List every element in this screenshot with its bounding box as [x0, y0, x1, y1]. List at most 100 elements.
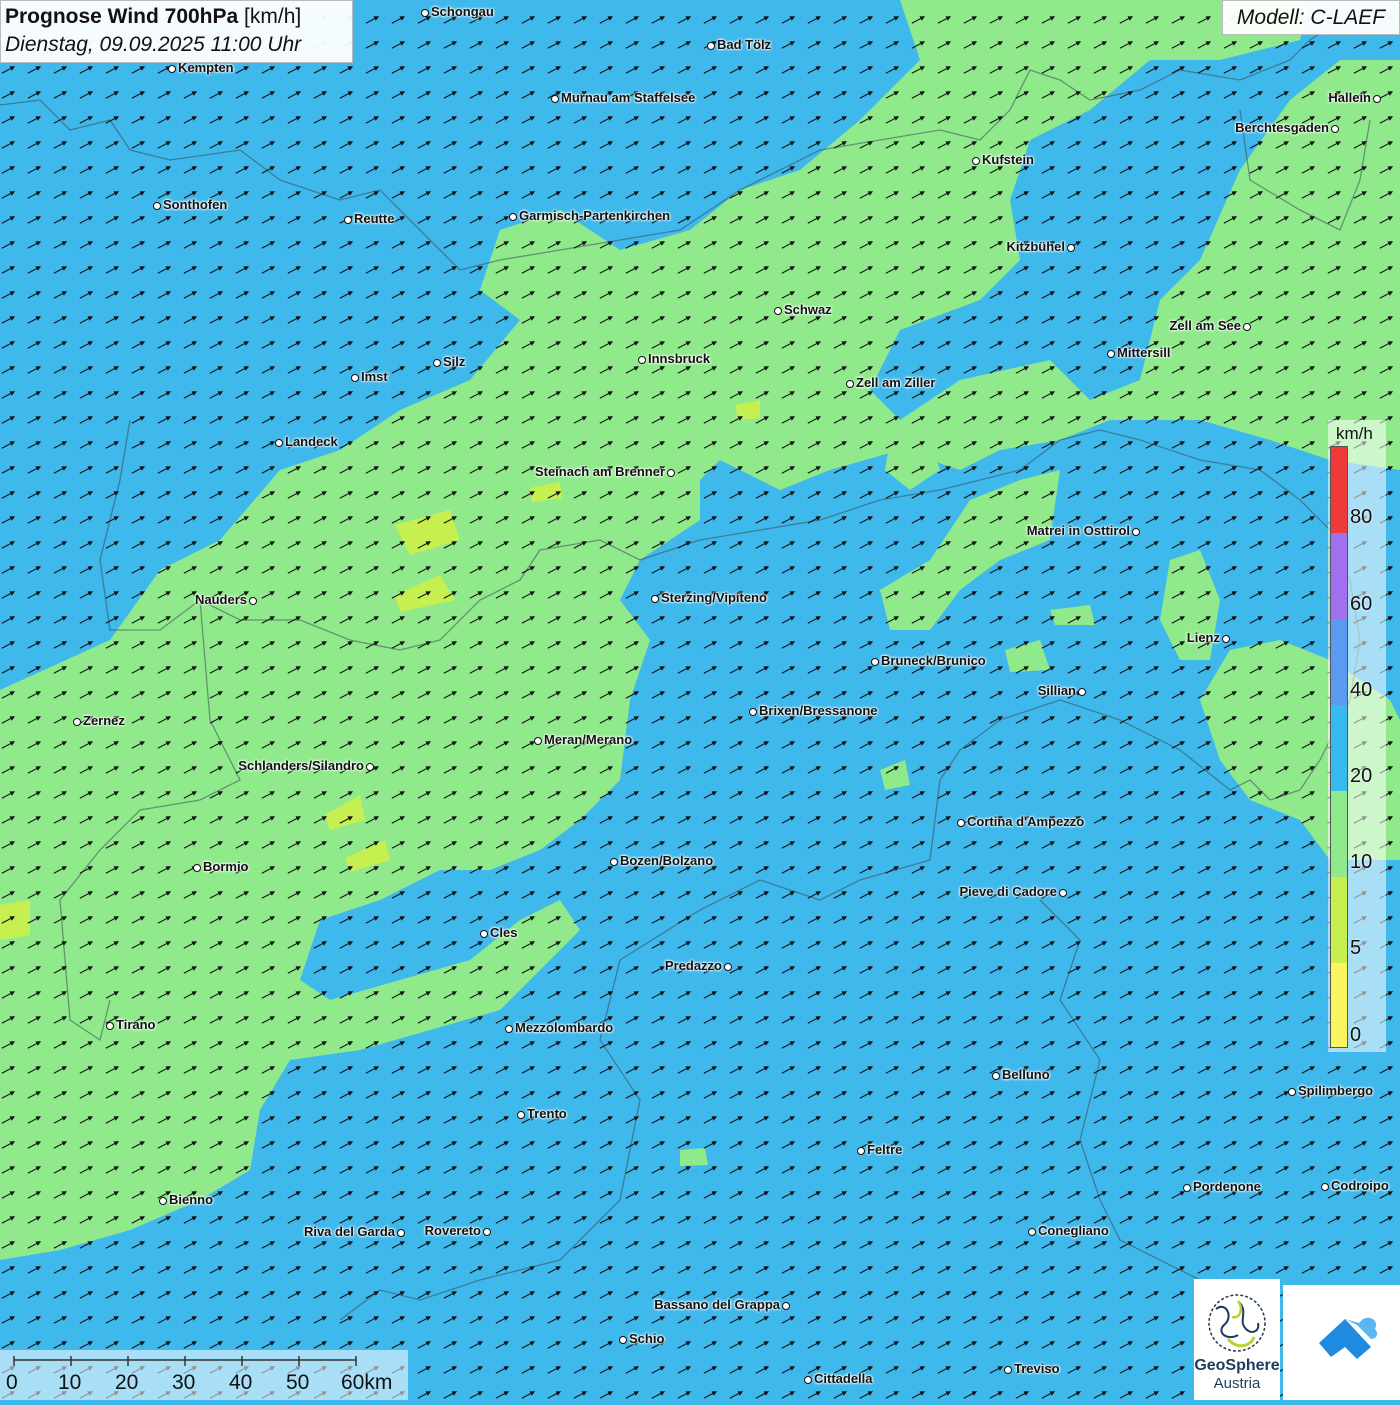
city-label: Trento	[527, 1106, 567, 1121]
city-marker	[1321, 1183, 1329, 1191]
city-label: Sterzing/Vipiteno	[661, 590, 767, 605]
city-marker	[707, 42, 715, 50]
weather-app-logo[interactable]	[1283, 1285, 1400, 1400]
geosphere-name: GeoSphere	[1194, 1357, 1280, 1375]
scale-label-30: 30	[172, 1371, 195, 1395]
city-marker	[480, 930, 488, 938]
legend-tick-5: 5	[1350, 937, 1361, 960]
city-marker	[857, 1147, 865, 1155]
color-legend: km/h 80 60 40 20 10 5 0	[1328, 420, 1386, 1052]
city-marker	[610, 858, 618, 866]
city-label: Pordenone	[1193, 1179, 1261, 1194]
forecast-datetime: Dienstag, 09.09.2025 11:00 Uhr	[5, 30, 348, 60]
city-marker	[421, 9, 429, 17]
city-label: Kitzbühel	[1007, 239, 1066, 254]
title-unit: [km/h]	[244, 5, 301, 28]
city-marker	[1028, 1228, 1036, 1236]
city-label: Bad Tölz	[717, 37, 771, 52]
city-label: Conegliano	[1038, 1223, 1109, 1238]
city-marker	[168, 65, 176, 73]
city-label: Belluno	[1002, 1067, 1050, 1082]
city-label: Sillian	[1038, 683, 1076, 698]
city-marker	[724, 963, 732, 971]
city-marker	[804, 1376, 812, 1384]
city-label: Kempten	[178, 60, 234, 75]
city-marker	[351, 374, 359, 382]
legend-tick-20: 20	[1350, 765, 1372, 788]
city-marker	[275, 439, 283, 447]
legend-band-10	[1331, 791, 1347, 877]
city-marker	[1373, 95, 1381, 103]
legend-band-80	[1331, 447, 1347, 533]
scale-label-40: 40	[229, 1371, 252, 1395]
city-marker	[193, 864, 201, 872]
city-marker	[534, 737, 542, 745]
city-label: Zernez	[83, 713, 125, 728]
city-label: Zell am Ziller	[856, 375, 935, 390]
map-title: Prognose Wind 700hPa [km/h]	[5, 4, 348, 30]
city-label: Garmisch-Partenkirchen	[519, 208, 670, 223]
legend-tick-0: 0	[1350, 1024, 1361, 1047]
geosphere-logo[interactable]: GeoSphere Austria	[1194, 1279, 1280, 1400]
city-label: Hallein	[1328, 90, 1371, 105]
city-marker	[638, 356, 646, 364]
city-marker	[782, 1302, 790, 1310]
city-marker	[619, 1336, 627, 1344]
city-marker	[509, 213, 517, 221]
city-marker	[1288, 1088, 1296, 1096]
city-marker	[1132, 528, 1140, 536]
legend-band-20	[1331, 705, 1347, 791]
city-label: Cittadella	[814, 1371, 873, 1386]
city-label: Sonthofen	[163, 197, 227, 212]
city-label: Cles	[490, 925, 517, 940]
city-label: Mittersill	[1117, 345, 1170, 360]
city-label: Bassano del Grappa	[654, 1297, 780, 1312]
city-label: Imst	[361, 369, 388, 384]
city-marker	[551, 95, 559, 103]
city-label: Zell am See	[1169, 318, 1241, 333]
city-marker	[1183, 1184, 1191, 1192]
city-marker	[106, 1022, 114, 1030]
city-label: Nauders	[195, 592, 247, 607]
scale-label-20: 20	[115, 1371, 138, 1395]
city-label: Berchtesgaden	[1235, 120, 1329, 135]
city-marker	[871, 658, 879, 666]
model-label: Modell: C-LAEF	[1222, 0, 1400, 35]
city-marker	[749, 708, 757, 716]
city-label: Pieve di Cadore	[959, 884, 1057, 899]
city-label: Bienno	[169, 1192, 213, 1207]
city-label: Predazzo	[665, 958, 722, 973]
scale-label-60: 60km	[341, 1371, 392, 1395]
city-label: Spilimbergo	[1298, 1083, 1373, 1098]
city-marker	[1243, 323, 1251, 331]
cloud-arrow-icon	[1283, 1285, 1400, 1400]
legend-colorbar	[1330, 446, 1348, 1048]
city-marker	[1078, 688, 1086, 696]
legend-tick-80: 80	[1350, 506, 1372, 529]
city-label: Tirano	[116, 1017, 156, 1032]
geosphere-country: Austria	[1194, 1375, 1280, 1392]
city-marker	[1222, 635, 1230, 643]
city-marker	[433, 359, 441, 367]
city-marker	[957, 819, 965, 827]
city-label: Murnau am Staffelsee	[561, 90, 695, 105]
city-label: Schongau	[431, 4, 494, 19]
city-marker	[505, 1025, 513, 1033]
city-marker	[344, 216, 352, 224]
city-label: Mezzolombardo	[515, 1020, 613, 1035]
city-label: Meran/Merano	[544, 732, 632, 747]
city-label: Reutte	[354, 211, 394, 226]
city-label: Steinach am Brenner	[535, 464, 665, 479]
city-label: Brixen/Bressanone	[759, 703, 878, 718]
city-label: Cortina d'Ampezzo	[967, 814, 1084, 829]
city-label: Kufstein	[982, 152, 1034, 167]
city-label: Riva del Garda	[304, 1224, 395, 1239]
city-label: Bozen/Bolzano	[620, 853, 713, 868]
title-box: Prognose Wind 700hPa [km/h] Dienstag, 09…	[0, 0, 353, 63]
city-marker	[159, 1197, 167, 1205]
city-label: Matrei in Osttirol	[1027, 523, 1130, 538]
legend-tick-60: 60	[1350, 593, 1372, 616]
city-marker	[1059, 889, 1067, 897]
city-marker	[153, 202, 161, 210]
geosphere-emblem-icon	[1194, 1289, 1280, 1361]
